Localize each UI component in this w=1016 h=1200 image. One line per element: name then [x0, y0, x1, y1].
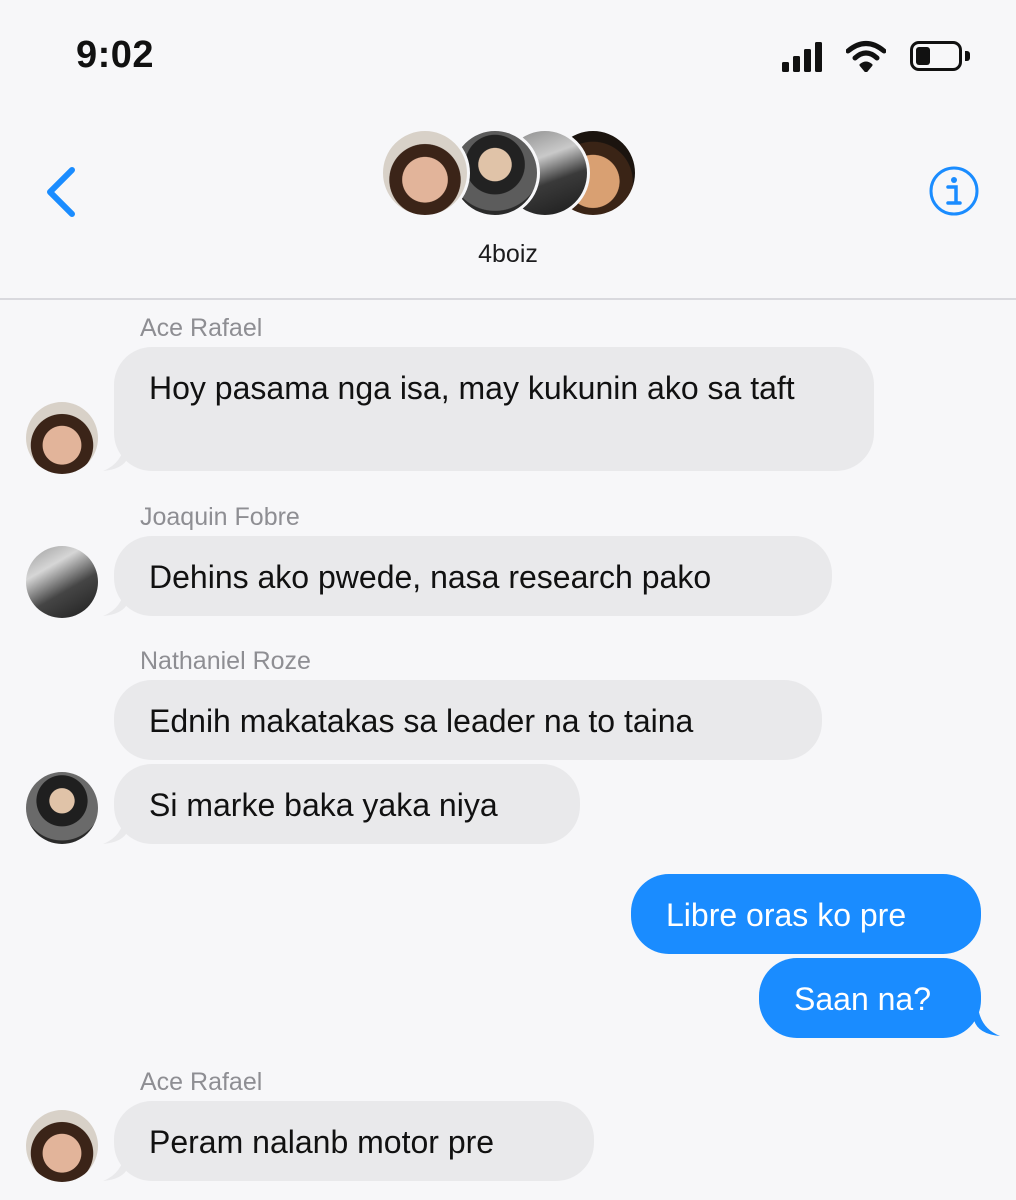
group-name[interactable]: 4boiz — [0, 240, 1016, 269]
status-bar: 9:02 — [0, 0, 1016, 110]
bubble-tail — [103, 586, 129, 616]
bubble-tail — [103, 1151, 129, 1181]
sender-name: Ace Rafael — [140, 1068, 263, 1096]
avatar[interactable] — [26, 1110, 98, 1182]
message-bubble[interactable]: Hoy pasama nga isa, may kukunin ako sa t… — [114, 347, 874, 471]
cellular-signal-icon — [782, 40, 822, 72]
conversation-header: 4boiz — [0, 110, 1016, 300]
avatar[interactable] — [26, 772, 98, 844]
sender-name: Ace Rafael — [140, 314, 263, 342]
bubble-tail — [103, 441, 129, 471]
status-time: 9:02 — [76, 34, 155, 76]
info-icon[interactable] — [928, 165, 980, 217]
bubble-tail — [974, 1006, 1000, 1036]
message-bubble[interactable]: Ednih makatakas sa leader na to taina — [114, 680, 822, 760]
group-avatar-stack[interactable] — [380, 128, 640, 220]
message-bubble[interactable]: Si marke baka yaka niya — [114, 764, 580, 844]
avatar[interactable] — [26, 402, 98, 474]
status-icons — [782, 40, 970, 72]
message-bubble[interactable]: Peram nalanb motor pre — [114, 1101, 594, 1181]
message-bubble-outgoing[interactable]: Saan na? — [759, 958, 981, 1038]
battery-level-fill — [916, 47, 930, 65]
group-avatar-1 — [380, 128, 470, 218]
sender-name: Nathaniel Roze — [140, 647, 311, 675]
message-bubble-outgoing[interactable]: Libre oras ko pre — [631, 874, 981, 954]
back-chevron-icon[interactable] — [38, 162, 84, 222]
bubble-tail — [103, 814, 129, 844]
message-bubble[interactable]: Dehins ako pwede, nasa research pako — [114, 536, 832, 616]
avatar[interactable] — [26, 546, 98, 618]
battery-icon — [910, 41, 970, 71]
wifi-icon — [846, 41, 886, 72]
sender-name: Joaquin Fobre — [140, 503, 300, 531]
